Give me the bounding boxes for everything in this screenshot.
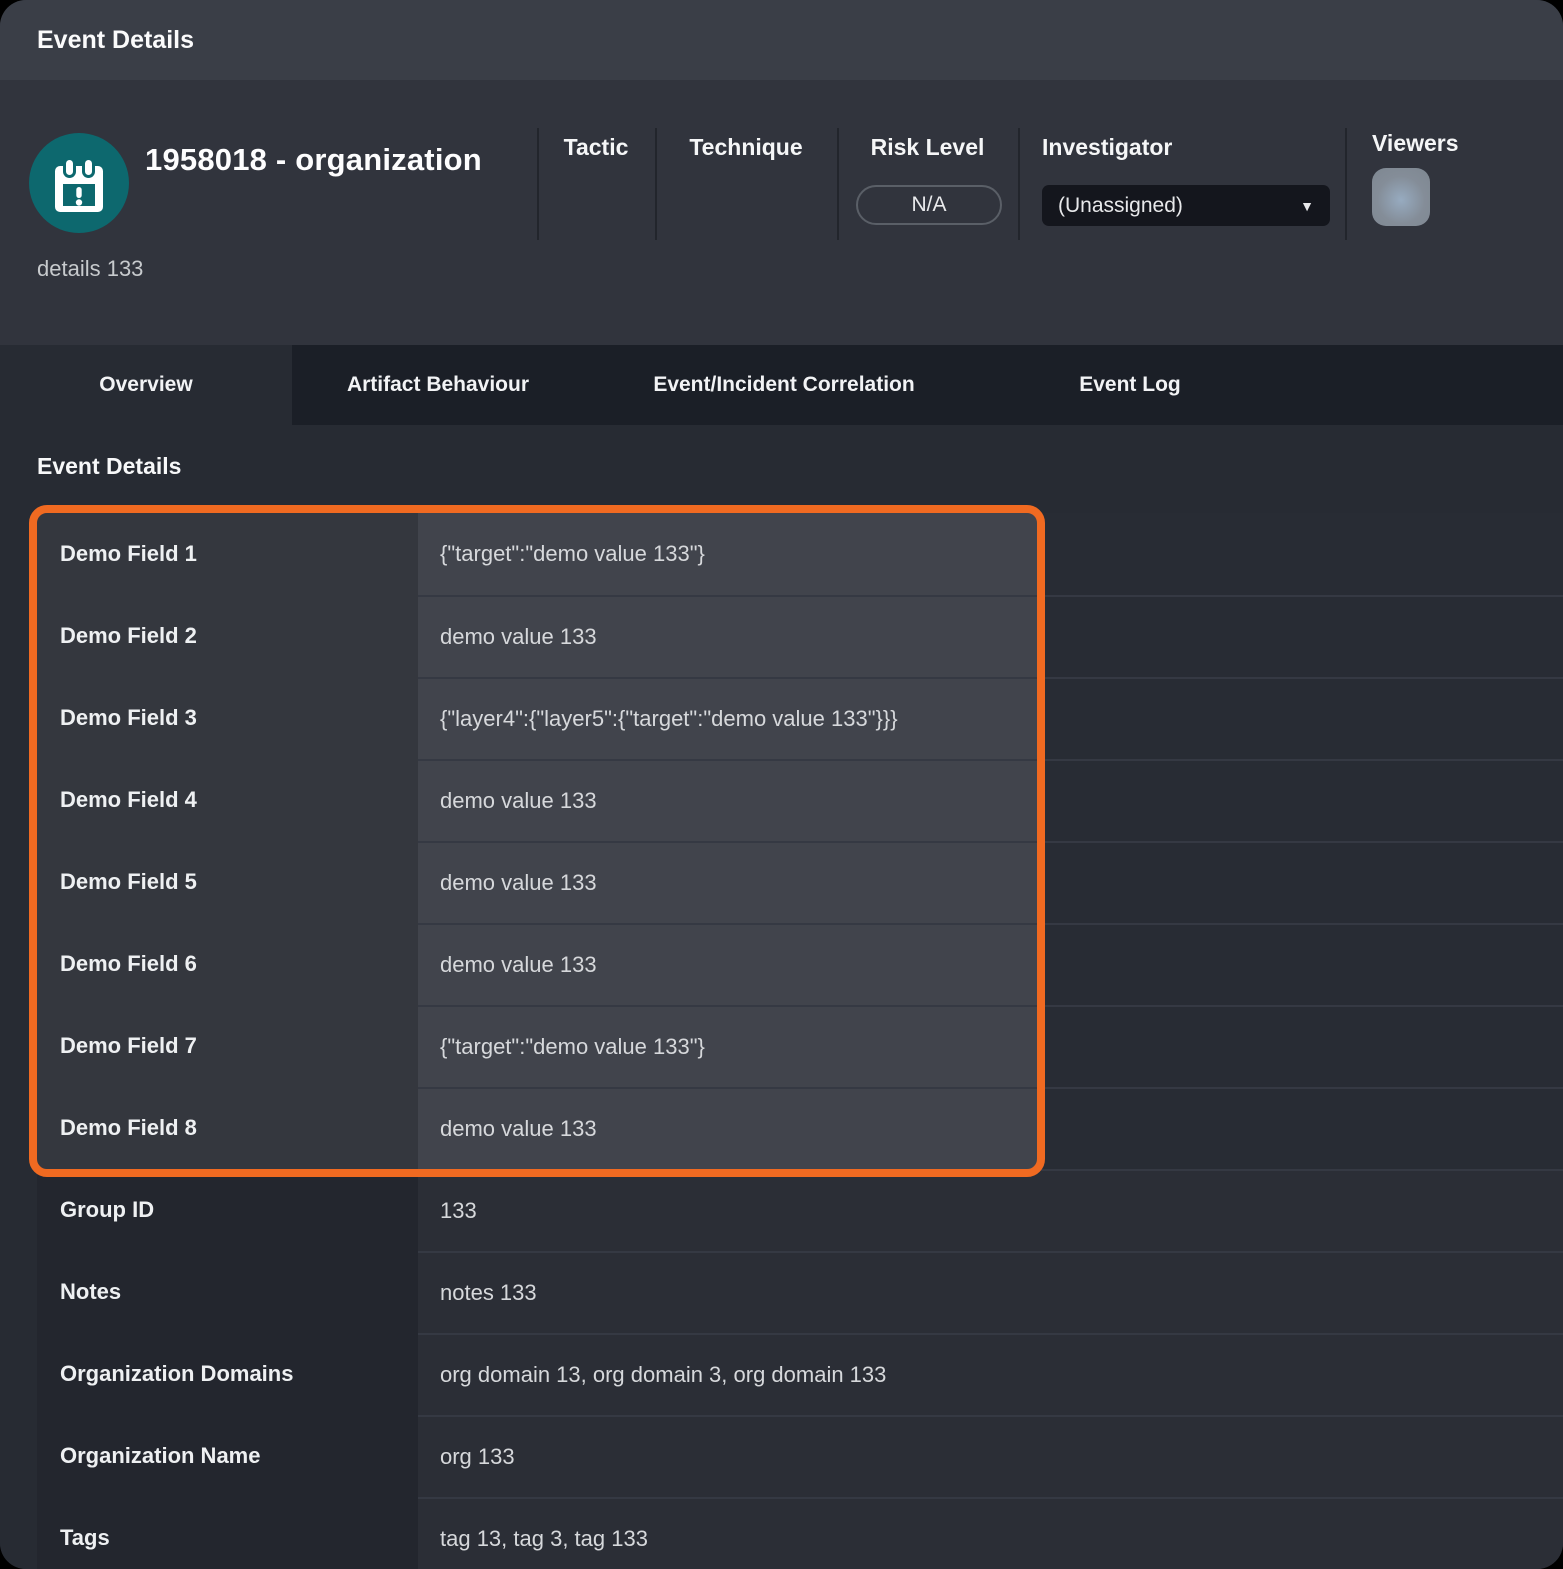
event-title: 1958018 - organization	[145, 142, 482, 178]
field-label: Demo Field 6	[37, 923, 418, 1005]
tab-event-incident-correlation[interactable]: Event/Incident Correlation	[584, 345, 984, 425]
tab-event-log[interactable]: Event Log	[984, 345, 1276, 425]
table-row: Organization Name org 133	[37, 1415, 1563, 1497]
table-row: Tags tag 13, tag 3, tag 133	[37, 1497, 1563, 1569]
risk-level-label: Risk Level	[837, 134, 1018, 161]
field-value: org domain 13, org domain 3, org domain …	[418, 1333, 1563, 1415]
technique-label: Technique	[655, 134, 837, 161]
investigator-value: (Unassigned)	[1058, 194, 1300, 218]
field-value: demo value 133	[418, 923, 1563, 1005]
risk-level-badge: N/A	[856, 185, 1002, 225]
table-row: Organization Domains org domain 13, org …	[37, 1333, 1563, 1415]
field-label: Tags	[37, 1497, 418, 1569]
field-label: Demo Field 2	[37, 595, 418, 677]
field-value: {"target":"demo value 133"}	[418, 1005, 1563, 1087]
field-value: {"layer4":{"layer5":{"target":"demo valu…	[418, 677, 1563, 759]
field-label: Organization Domains	[37, 1333, 418, 1415]
field-value: org 133	[418, 1415, 1563, 1497]
field-value: demo value 133	[418, 759, 1563, 841]
table-row: Notes notes 133	[37, 1251, 1563, 1333]
event-subtitle: details 133	[37, 256, 143, 282]
field-label: Demo Field 3	[37, 677, 418, 759]
investigator-label: Investigator	[1042, 134, 1242, 161]
tab-artifact-behaviour[interactable]: Artifact Behaviour	[292, 345, 584, 425]
window-title-bar: Event Details	[0, 0, 1563, 80]
table-row: Demo Field 4 demo value 133	[37, 759, 1563, 841]
table-row: Demo Field 2 demo value 133	[37, 595, 1563, 677]
tab-bar: Overview Artifact Behaviour Event/Incide…	[0, 345, 1563, 425]
investigator-dropdown[interactable]: (Unassigned) ▼	[1042, 185, 1330, 226]
table-row: Demo Field 5 demo value 133	[37, 841, 1563, 923]
field-value: tag 13, tag 3, tag 133	[418, 1497, 1563, 1569]
field-value: 133	[418, 1169, 1563, 1251]
event-header: 1958018 - organization details 133 Tacti…	[0, 80, 1563, 345]
tactic-label: Tactic	[537, 134, 655, 161]
table-row: Demo Field 6 demo value 133	[37, 923, 1563, 1005]
field-label: Group ID	[37, 1169, 418, 1251]
divider	[1018, 128, 1020, 240]
event-details-panel: Event Details 1958018 - organization det…	[0, 0, 1563, 1569]
field-label: Demo Field 1	[37, 513, 418, 595]
viewers-label: Viewers	[1372, 130, 1563, 157]
table-row: Demo Field 7 {"target":"demo value 133"}	[37, 1005, 1563, 1087]
section-title: Event Details	[37, 451, 1563, 481]
field-value: demo value 133	[418, 595, 1563, 677]
divider	[1345, 128, 1347, 240]
tab-overview[interactable]: Overview	[0, 345, 292, 425]
overview-panel: Event Details Demo Field 1 {"target":"de…	[0, 425, 1563, 1569]
field-label: Demo Field 7	[37, 1005, 418, 1087]
calendar-alert-icon	[29, 133, 129, 233]
table-row: Group ID 133	[37, 1169, 1563, 1251]
field-label: Demo Field 8	[37, 1087, 418, 1169]
field-value: demo value 133	[418, 1087, 1563, 1169]
table-row: Demo Field 3 {"layer4":{"layer5":{"targe…	[37, 677, 1563, 759]
field-label: Notes	[37, 1251, 418, 1333]
event-details-table: Demo Field 1 {"target":"demo value 133"}…	[37, 513, 1563, 1569]
field-value: notes 133	[418, 1251, 1563, 1333]
field-value: {"target":"demo value 133"}	[418, 513, 1563, 595]
chevron-down-icon: ▼	[1300, 198, 1314, 214]
table-row: Demo Field 1 {"target":"demo value 133"}	[37, 513, 1563, 595]
field-label: Demo Field 4	[37, 759, 418, 841]
field-value: demo value 133	[418, 841, 1563, 923]
window-title: Event Details	[37, 26, 194, 55]
viewer-avatar[interactable]	[1372, 168, 1430, 226]
risk-level-value: N/A	[911, 193, 946, 217]
table-row: Demo Field 8 demo value 133	[37, 1087, 1563, 1169]
field-label: Demo Field 5	[37, 841, 418, 923]
field-label: Organization Name	[37, 1415, 418, 1497]
